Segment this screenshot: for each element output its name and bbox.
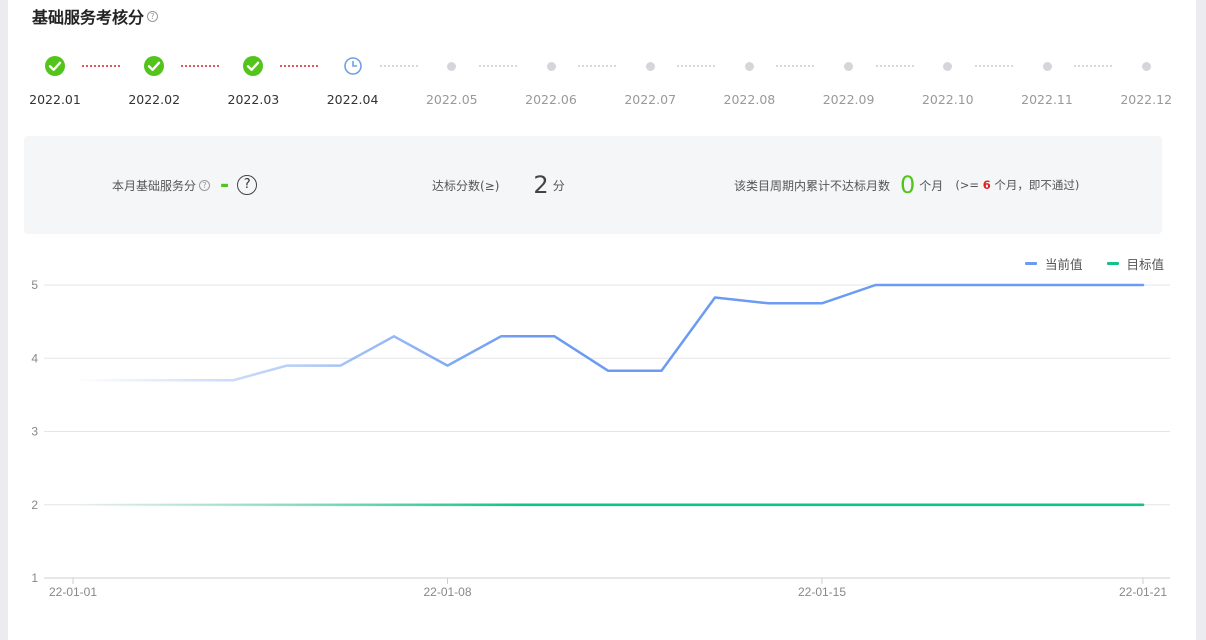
step-2[interactable]: 2022.02 — [114, 50, 194, 107]
fail-months-unit: 个月 — [919, 178, 944, 193]
step-label: 2022.10 — [921, 92, 974, 107]
target-score-label: 达标分数(≥) — [432, 178, 500, 193]
monthly-score-label: 本月基础服务分 — [112, 178, 197, 193]
step-label: 2022.04 — [326, 92, 379, 107]
step-11[interactable]: 2022.11 — [1007, 50, 1087, 107]
step-7[interactable]: 2022.07 — [610, 50, 690, 107]
x-tick-label: 22-01-15 — [798, 585, 846, 599]
fail-rule-number: 6 — [982, 178, 991, 192]
y-tick-label: 5 — [31, 278, 38, 292]
step-label: 2022.09 — [822, 92, 875, 107]
step-8[interactable]: 2022.08 — [709, 50, 789, 107]
y-tick-label: 1 — [31, 571, 38, 585]
fail-rule-suffix: 个月，即不通过) — [994, 178, 1080, 192]
y-tick-label: 3 — [31, 425, 38, 439]
monthly-score-help-icon[interactable]: ? — [199, 179, 211, 191]
month-stepper: 2022.01 2022.02 2022.03 2022.04 2022.05 2022.… — [0, 50, 1188, 110]
monthly-score-value: - — [220, 172, 230, 198]
title-row: 基础服务考核分 ? — [32, 4, 159, 28]
score-line-chart: 1 2 3 4 5 22-01-01 22-01-08 22-01-15 22-01-21 — [31, 278, 1170, 599]
step-label: 2022.08 — [723, 92, 776, 107]
question-icon[interactable]: ? — [237, 175, 258, 195]
step-3[interactable]: 2022.03 — [213, 50, 293, 107]
x-tick-label: 22-01-08 — [423, 585, 471, 599]
target-score-unit: 分 — [552, 178, 565, 193]
step-12[interactable]: 2022.12 — [1106, 50, 1186, 107]
step-label: 2022.02 — [128, 92, 181, 107]
x-tick-label: 22-01-01 — [49, 585, 97, 599]
step-5[interactable]: 2022.05 — [412, 50, 492, 107]
step-label: 2022.06 — [525, 92, 577, 107]
step-1[interactable]: 2022.01 — [15, 50, 95, 107]
x-tick-label: 22-01-21 — [1119, 585, 1167, 599]
summary-box: 本月基础服务分 ? - ? 达标分数(≥) 2 分 该类目周期内累计不达标月数 … — [24, 136, 1162, 234]
step-label: 2022.05 — [425, 92, 478, 107]
step-4[interactable]: 2022.04 — [313, 50, 393, 107]
step-6[interactable]: 2022.06 — [511, 50, 591, 107]
target-score-value: 2 — [533, 171, 549, 199]
step-label: 2022.01 — [29, 92, 81, 107]
fail-months-value: 0 — [900, 171, 916, 199]
pending-dot-icon — [1106, 50, 1186, 82]
page-title: 基础服务考核分 — [32, 8, 145, 27]
title-help-icon[interactable]: ? — [147, 10, 159, 22]
fail-months: 该类目周期内累计不达标月数 0 个月 (>= 6 个月，即不通过) — [734, 136, 1079, 234]
step-label: 2022.11 — [1021, 92, 1073, 107]
step-label: 2022.03 — [227, 92, 280, 107]
y-tick-label: 4 — [31, 351, 38, 365]
step-10[interactable]: 2022.10 — [908, 50, 988, 107]
step-9[interactable]: 2022.09 — [809, 50, 889, 107]
y-tick-label: 2 — [31, 498, 38, 512]
step-label: 2022.12 — [1120, 92, 1173, 107]
fail-months-label: 该类目周期内累计不达标月数 — [734, 178, 891, 193]
fail-rule-prefix: (>= — [955, 178, 980, 192]
target-score: 达标分数(≥) 2 分 — [432, 136, 565, 234]
monthly-score: 本月基础服务分 ? - ? — [112, 136, 258, 234]
step-label: 2022.07 — [624, 92, 677, 107]
series-line-current — [71, 283, 1145, 382]
fail-rule: (>= 6 个月，即不通过) — [955, 177, 1079, 193]
